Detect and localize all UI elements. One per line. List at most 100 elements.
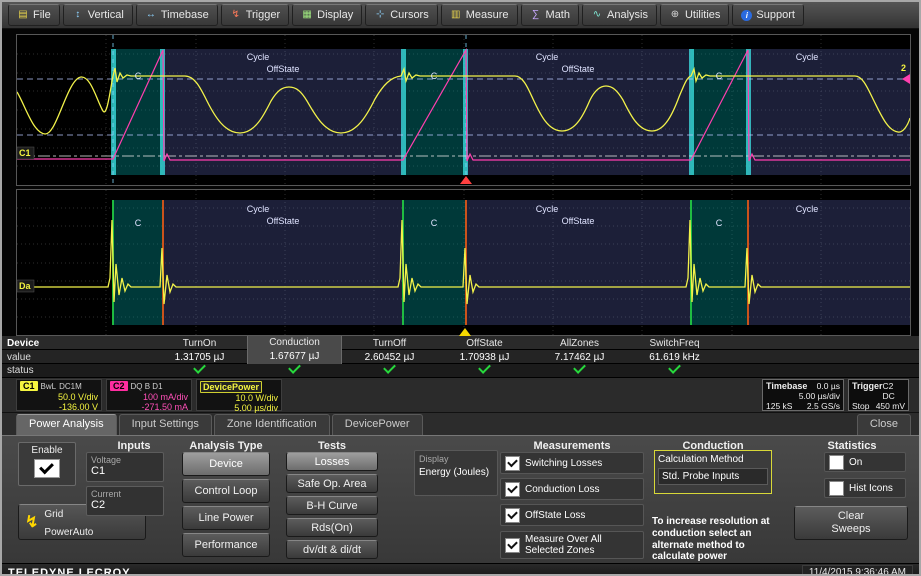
measurements-header: Measurements [500, 440, 644, 452]
waveform-grid-bottom[interactable]: C C C Cycle Cycle Cycle OffState OffStat… [16, 189, 911, 336]
trigger-source: C2 DC [883, 381, 905, 401]
dialog-tab-bar: Power Analysis Input Settings Zone Ident… [2, 413, 919, 435]
tab-input-settings[interactable]: Input Settings [119, 414, 212, 435]
hist-icons-label: Hist Icons [849, 483, 893, 494]
menu-analysis[interactable]: ∿Analysis [582, 4, 657, 26]
analysis-type-line-power-button[interactable]: Line Power [182, 506, 270, 530]
offstate-loss-label: OffState Loss [525, 510, 585, 521]
measure-icon: ▥ [450, 9, 462, 21]
zone-label-conduction: C [716, 218, 723, 228]
status-ok-icon [478, 361, 491, 374]
c1-offset: -136.00 V [20, 402, 98, 412]
status-ok-icon [668, 361, 681, 374]
col-header-switchfreq[interactable]: SwitchFreq [627, 338, 722, 349]
display-field[interactable]: Display Energy (Joules) [414, 450, 498, 496]
trigger-icon: ↯ [230, 9, 242, 21]
menu-vertical[interactable]: ↕Vertical [63, 4, 133, 26]
checkbox-hist-icons[interactable]: Hist Icons [824, 478, 906, 498]
checkbox-offstate-loss[interactable]: OffState Loss [500, 504, 644, 526]
col-header-conduction[interactable]: Conduction [247, 336, 342, 350]
tests-header: Tests [286, 440, 378, 452]
menu-timebase[interactable]: ↔Timebase [136, 4, 218, 26]
timebase-descriptor[interactable]: Timebase0.0 µs 5.00 µs/div 125 kS2.5 GS/… [762, 379, 844, 411]
device-power-descriptor[interactable]: DevicePower 10.0 W/div 5.00 µs/div [196, 379, 282, 411]
enable-panel[interactable]: Enable [18, 442, 76, 486]
menu-cursors-label: Cursors [390, 9, 429, 21]
clear-sweeps-button[interactable]: Clear Sweeps [794, 506, 908, 540]
close-dialog-button[interactable]: Close [857, 414, 911, 435]
test-bh-curve-button[interactable]: B-H Curve [286, 496, 378, 515]
c1-descriptor[interactable]: C1BwLDC1M 50.0 V/div -136.00 V [16, 379, 102, 411]
checkbox-icon [829, 455, 844, 470]
analysis-type-control-loop-button[interactable]: Control Loop [182, 479, 270, 503]
grid-button-value: PowerAuto [44, 527, 93, 538]
checkbox-statistics-on[interactable]: On [824, 452, 906, 472]
tab-devicepower[interactable]: DevicePower [332, 414, 423, 435]
timebase-title: Timebase [766, 381, 807, 391]
status-ok-icon [288, 361, 301, 374]
menu-cursors[interactable]: ⊹ Cursors [365, 4, 438, 26]
tab-power-analysis[interactable]: Power Analysis [16, 414, 117, 435]
zone-label-offstate: OffState [267, 216, 300, 226]
trigger-descriptor[interactable]: TriggerC2 DC Stop450 mV EdgeNegative [848, 379, 909, 411]
c2-descriptor[interactable]: C2DQ B D1 100 mA/div -271.50 mA [106, 379, 192, 411]
tab-zone-identification[interactable]: Zone Identification [214, 414, 330, 435]
current-input-field[interactable]: Current C2 [86, 486, 164, 516]
analysis-icon: ∿ [591, 9, 603, 21]
checkbox-icon [505, 482, 520, 497]
menu-display[interactable]: ▦ Display [292, 4, 362, 26]
menu-measure[interactable]: ▥Measure [441, 4, 518, 26]
zone-label-offstate: OffState [562, 64, 595, 74]
col-header-turnoff[interactable]: TurnOff [342, 338, 437, 349]
table-row-label: status [2, 365, 152, 376]
status-ok-icon [383, 361, 396, 374]
menu-math-label: Math [546, 9, 570, 21]
measurement-table: Device TurnOn Conduction TurnOff OffStat… [2, 336, 919, 378]
timebase-icon: ↔ [145, 9, 157, 21]
test-safe-op-area-button[interactable]: Safe Op. Area [286, 474, 378, 493]
enable-checkbox[interactable] [34, 459, 60, 478]
table-row-label: value [2, 352, 152, 363]
calculation-method-box[interactable]: Calculation Method Std. Probe Inputs [654, 450, 772, 494]
trigger-mode: Stop [852, 401, 870, 411]
menu-support[interactable]: iSupport [732, 4, 804, 26]
c1-trace-tag: C1 [19, 148, 31, 158]
zone-label-offstate: OffState [562, 216, 595, 226]
trigger-time-marker[interactable] [459, 328, 471, 336]
menu-file[interactable]: ▤File [8, 4, 60, 26]
c1-tag-coupling: DC1M [59, 382, 82, 391]
col-header-offstate[interactable]: OffState [437, 338, 532, 349]
analysis-type-device-button[interactable]: Device [182, 452, 270, 476]
c1-scale: 50.0 V/div [20, 392, 98, 402]
datetime-display: 11/4/2015 9:36:46 AM [802, 565, 913, 576]
test-dvdt-didt-button[interactable]: dv/dt & di/dt [286, 540, 378, 559]
menu-trigger-label: Trigger [246, 9, 280, 21]
col-header-turnon[interactable]: TurnOn [152, 338, 247, 349]
device-power-time: 5.00 µs/div [200, 403, 278, 413]
menu-display-label: Display [317, 9, 353, 21]
zone-label-conduction: C [135, 71, 142, 81]
test-rds-on-button[interactable]: Rds(On) [286, 518, 378, 537]
display-icon: ▦ [301, 9, 313, 21]
conduction-loss-label: Conduction Loss [525, 484, 600, 495]
voltage-input-field[interactable]: Voltage C1 [86, 452, 164, 482]
cursors-icon: ⊹ [374, 9, 386, 21]
checkbox-measure-all-zones[interactable]: Measure Over All Selected Zones [500, 531, 644, 559]
analysis-type-performance-button[interactable]: Performance [182, 533, 270, 557]
zone-label-offstate: OffState [267, 64, 300, 74]
test-losses-button[interactable]: Losses [286, 452, 378, 471]
dialog-body: Enable ↯ Grid PowerAuto Inputs Voltage C… [2, 435, 919, 563]
menu-utilities[interactable]: ⊕Utilities [660, 4, 729, 26]
checkbox-switching-losses[interactable]: Switching Losses [500, 452, 644, 474]
c1-channel-chip: C1 [20, 381, 38, 391]
current-label: Current [91, 489, 159, 499]
waveform-grid-top[interactable]: C C C Cycle Cycle Cycle OffState OffStat… [16, 34, 911, 186]
inputs-header: Inputs [86, 440, 182, 452]
trigger-time-marker-top[interactable] [460, 176, 472, 184]
menu-trigger[interactable]: ↯ Trigger [221, 4, 289, 26]
col-header-allzones[interactable]: AllZones [532, 338, 627, 349]
menu-math[interactable]: ∑Math [521, 4, 579, 26]
zone-label-conduction: C [431, 71, 438, 81]
checkbox-conduction-loss[interactable]: Conduction Loss [500, 478, 644, 500]
table-row-names: Device TurnOn Conduction TurnOff OffStat… [2, 336, 919, 350]
